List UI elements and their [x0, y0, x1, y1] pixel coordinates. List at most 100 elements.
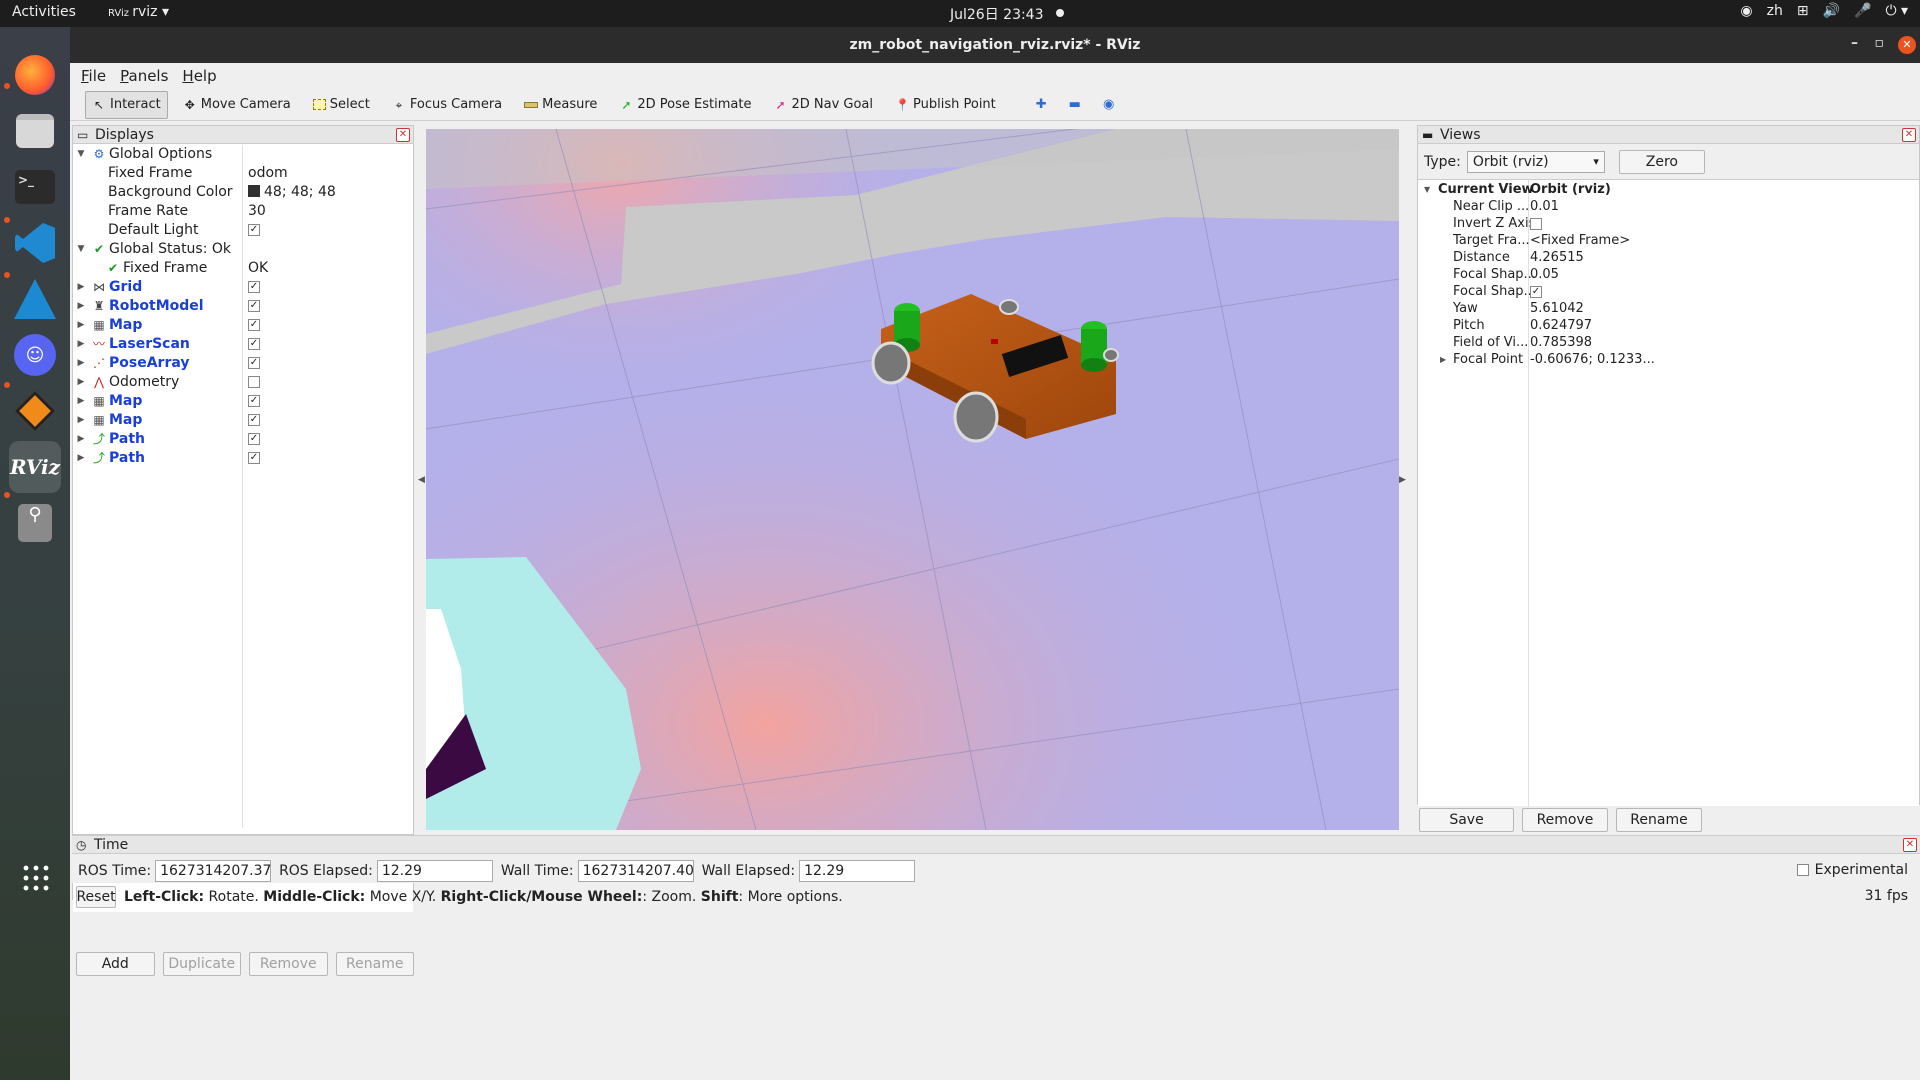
- display-checkbox[interactable]: ✓: [248, 300, 260, 312]
- close-panel-icon[interactable]: ✕: [396, 128, 410, 142]
- activities-button[interactable]: Activities: [12, 4, 76, 20]
- discord-tray-icon[interactable]: ◉: [1740, 3, 1752, 19]
- display-checkbox[interactable]: [248, 376, 260, 388]
- apps-grid-icon[interactable]: [9, 851, 61, 903]
- tree-row-odometry[interactable]: ▶ ⋀ Odometry: [73, 373, 413, 392]
- close-panel-icon[interactable]: ✕: [1902, 128, 1916, 142]
- select-tool[interactable]: Select: [306, 91, 377, 119]
- close-panel-icon[interactable]: ✕: [1903, 838, 1917, 852]
- prop-value[interactable]: -0.60676; 0.1233...: [1530, 353, 1655, 367]
- tree-row-grid[interactable]: ▶ ⋈ Grid ✓: [73, 278, 413, 297]
- add-display-button[interactable]: Add: [76, 952, 155, 976]
- system-tray[interactable]: ◉ zh ⊞ 🔊 🎤 ⏻ ▾: [1740, 3, 1908, 19]
- wall-time-field[interactable]: 1627314207.40: [577, 860, 694, 882]
- tree-row-robotmodel[interactable]: ▶ ♜ RobotModel ✓: [73, 297, 413, 316]
- prop-value[interactable]: 0.01: [1530, 200, 1559, 214]
- view-row-distance[interactable]: Distance 4.26515: [1418, 251, 1919, 265]
- power-icon[interactable]: ⏻ ▾: [1885, 3, 1908, 19]
- display-checkbox[interactable]: ✓: [248, 414, 260, 426]
- prop-value[interactable]: 0.624797: [1530, 319, 1592, 333]
- display-checkbox[interactable]: ✓: [248, 395, 260, 407]
- remove-view-button[interactable]: Remove: [1522, 808, 1608, 832]
- view-row-fov[interactable]: Field of Vi... 0.785398: [1418, 336, 1919, 350]
- view-row-invert-z[interactable]: Invert Z Axis: [1418, 217, 1919, 231]
- remove-display-button[interactable]: Remove: [249, 952, 328, 976]
- expand-down-icon[interactable]: ▼: [1424, 183, 1430, 197]
- default-light-checkbox[interactable]: ✓: [248, 224, 260, 236]
- tree-row-path[interactable]: ▶ ⤴ Path ✓: [73, 430, 413, 449]
- 3d-viewport[interactable]: [426, 129, 1399, 830]
- display-checkbox[interactable]: ✓: [248, 357, 260, 369]
- menu-panels[interactable]: Panels: [120, 67, 168, 85]
- display-checkbox[interactable]: ✓: [248, 433, 260, 445]
- ros-elapsed-field[interactable]: 12.29: [376, 860, 493, 882]
- tree-row-global-status[interactable]: ▼ ✔ Global Status: Ok: [73, 240, 413, 259]
- terminal-icon[interactable]: >_: [9, 161, 61, 213]
- tree-row-status-fixed-frame[interactable]: ✔ Fixed Frame OK: [73, 259, 413, 278]
- nav-goal-tool[interactable]: ➚ 2D Nav Goal: [766, 91, 880, 119]
- display-checkbox[interactable]: ✓: [248, 338, 260, 350]
- save-view-button[interactable]: Save: [1419, 808, 1514, 832]
- view-row-pitch[interactable]: Pitch 0.624797: [1418, 319, 1919, 333]
- left-splitter[interactable]: ◀: [418, 127, 426, 832]
- experimental-checkbox[interactable]: [1796, 864, 1809, 876]
- tree-row-laserscan[interactable]: ▶ 〰 LaserScan ✓: [73, 335, 413, 354]
- view-row-target-frame[interactable]: Target Fra... <Fixed Frame>: [1418, 234, 1919, 248]
- expand-right-icon[interactable]: ▶: [75, 449, 87, 468]
- view-type-select[interactable]: Orbit (rviz): [1466, 151, 1605, 173]
- tree-row-fixed-frame[interactable]: Fixed Frame odom: [73, 164, 413, 183]
- view-row-focal-point[interactable]: ▶ Focal Point -0.60676; 0.1233...: [1418, 353, 1919, 367]
- tree-row-posearray[interactable]: ▶ ⋰ PoseArray ✓: [73, 354, 413, 373]
- mic-icon[interactable]: 🎤: [1854, 3, 1871, 19]
- interact-tool[interactable]: ↖ Interact: [85, 90, 168, 119]
- rviz-icon[interactable]: RViz: [9, 441, 61, 493]
- expand-right-icon[interactable]: ▶: [75, 335, 87, 354]
- publish-point-tool[interactable]: 📍 Publish Point: [888, 91, 1003, 119]
- expand-down-icon[interactable]: ▼: [75, 240, 87, 259]
- view-row-focal-shape-fixed[interactable]: Focal Shap... ✓: [1418, 285, 1919, 299]
- remove-tool-button[interactable]: ▬: [1062, 91, 1088, 119]
- tree-row-frame-rate[interactable]: Frame Rate 30: [73, 202, 413, 221]
- invert-z-checkbox[interactable]: [1530, 217, 1542, 230]
- display-checkbox[interactable]: ✓: [248, 281, 260, 293]
- experimental-toggle[interactable]: Experimental: [1796, 862, 1908, 878]
- tree-row-map[interactable]: ▶ ▦ Map ✓: [73, 316, 413, 335]
- reset-button[interactable]: Reset: [76, 886, 116, 908]
- view-row-focal-shape-size[interactable]: Focal Shap... 0.05: [1418, 268, 1919, 282]
- zero-button[interactable]: Zero: [1618, 150, 1705, 174]
- add-tool-button[interactable]: ✚: [1029, 91, 1054, 119]
- expand-right-icon[interactable]: ▶: [75, 316, 87, 335]
- discord-icon[interactable]: ☺: [9, 329, 61, 381]
- prop-value[interactable]: <Fixed Frame>: [1530, 234, 1630, 248]
- expand-right-icon[interactable]: ▶: [75, 354, 87, 373]
- collapse-left-icon[interactable]: ◀: [418, 475, 425, 485]
- language-indicator[interactable]: zh: [1767, 3, 1783, 19]
- menu-help[interactable]: Help: [182, 67, 216, 85]
- rename-display-button[interactable]: Rename: [335, 952, 414, 976]
- tree-row-default-light[interactable]: Default Light ✓: [73, 221, 413, 240]
- measure-tool[interactable]: Measure: [517, 91, 604, 119]
- fixed-frame-value[interactable]: odom: [248, 164, 288, 183]
- duplicate-display-button[interactable]: Duplicate: [162, 952, 241, 976]
- tree-row-map-3[interactable]: ▶ ▦ Map ✓: [73, 411, 413, 430]
- files-icon[interactable]: [9, 105, 61, 157]
- view-row-current[interactable]: ▼ Current View Orbit (rviz): [1418, 183, 1919, 197]
- firefox-icon[interactable]: [9, 49, 61, 101]
- display-checkbox[interactable]: ✓: [248, 452, 260, 464]
- focus-camera-tool[interactable]: ⌖ Focus Camera: [385, 91, 509, 119]
- window-titlebar[interactable]: zm_robot_navigation_rviz.rviz* - RViz – …: [70, 27, 1920, 63]
- maximize-icon[interactable]: ▫: [1875, 35, 1885, 51]
- volume-icon[interactable]: 🔊: [1823, 3, 1840, 19]
- stack-icon[interactable]: [9, 385, 61, 437]
- pose-estimate-tool[interactable]: ➚ 2D Pose Estimate: [612, 91, 758, 119]
- rename-view-button[interactable]: Rename: [1616, 808, 1702, 832]
- cmake-icon[interactable]: [9, 273, 61, 325]
- ros-time-field[interactable]: 1627314207.37: [155, 860, 271, 882]
- focal-shape-checkbox[interactable]: ✓: [1530, 285, 1542, 298]
- menu-file[interactable]: File: [81, 67, 106, 85]
- prop-value[interactable]: 5.61042: [1530, 302, 1584, 316]
- frame-rate-value[interactable]: 30: [248, 202, 266, 221]
- network-icon[interactable]: ⊞: [1797, 3, 1809, 19]
- expand-right-icon[interactable]: ▶: [1440, 353, 1446, 367]
- display-checkbox[interactable]: ✓: [248, 319, 260, 331]
